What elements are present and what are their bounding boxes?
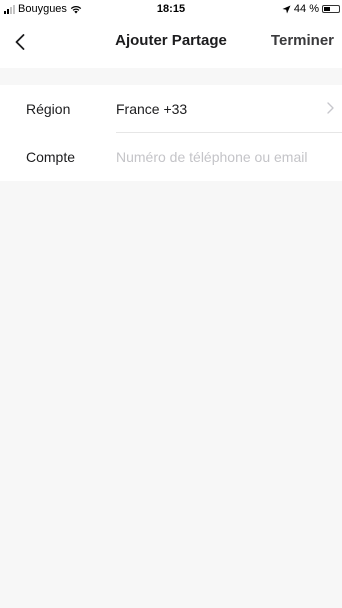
status-right: 44 % <box>282 3 340 15</box>
location-arrow-icon <box>282 5 291 13</box>
chevron-right-icon <box>327 102 334 114</box>
account-input[interactable] <box>116 145 338 169</box>
share-form: Région France +33 Compte <box>0 85 342 181</box>
region-value: France +33 <box>116 101 188 117</box>
account-label: Compte <box>26 149 76 165</box>
region-label: Région <box>26 101 71 117</box>
region-row[interactable]: Région France +33 <box>0 85 342 133</box>
battery-fill <box>324 7 330 11</box>
battery-percentage: 44 % <box>293 3 319 15</box>
status-bar: Bouygues 18:15 44 % <box>0 0 342 18</box>
done-button[interactable]: Terminer <box>271 32 334 49</box>
battery-icon <box>322 5 340 13</box>
navigation-bar: Ajouter Partage Terminer <box>0 18 342 68</box>
account-row: Compte <box>0 133 342 181</box>
